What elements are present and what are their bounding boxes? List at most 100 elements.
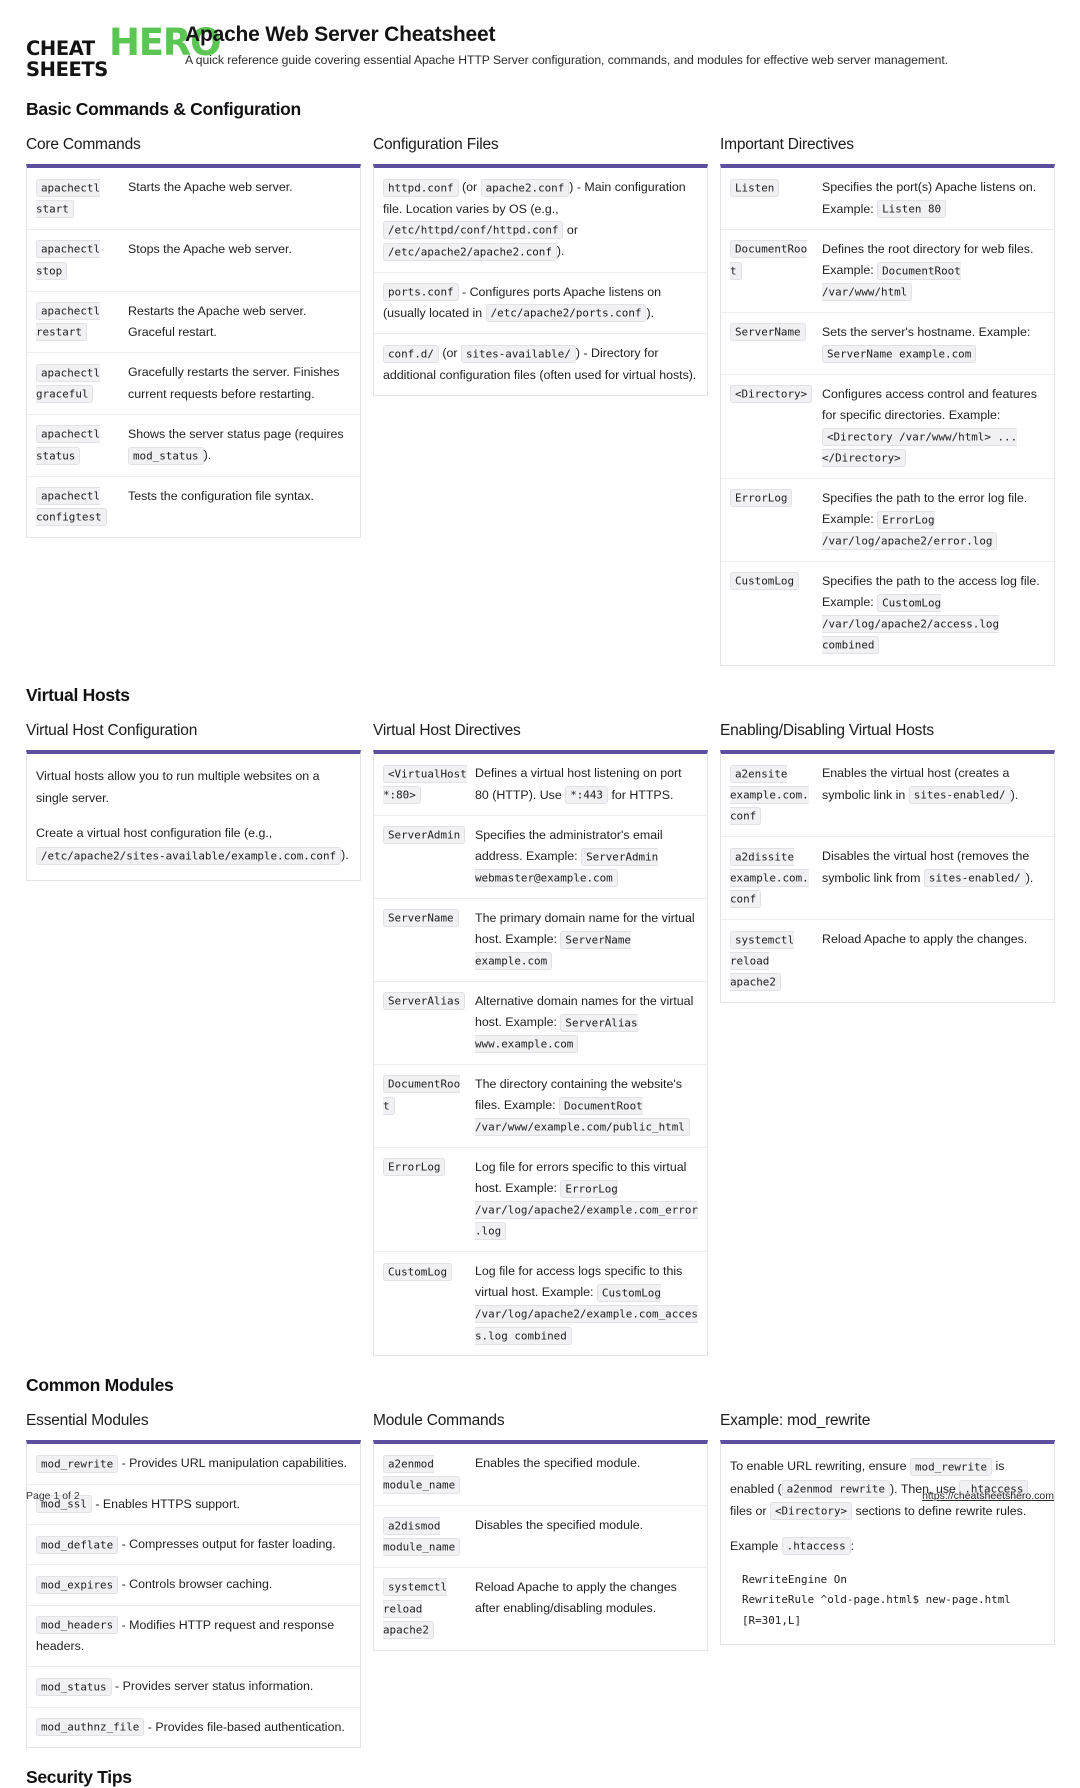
row-term: DocumentRoot [730, 239, 822, 303]
card: a2enmod module_name Enables the specified… [373, 1440, 708, 1651]
site-url-link[interactable]: https://cheatsheetshero.com [922, 1490, 1054, 1502]
inline-code: mod_deflate [36, 1535, 119, 1554]
column: Virtual Host Directives <VirtualHost *:80… [373, 722, 708, 1357]
table-row: ServerAlias Alternative domain names for … [374, 980, 707, 1064]
inline-text: Virtual hosts allow you to run multiple … [36, 769, 320, 806]
inline-code: apachectl start [36, 178, 101, 219]
title-block: Apache Web Server Cheatsheet A quick ref… [185, 22, 948, 67]
inline-text: ). [341, 848, 349, 863]
inline-code: <Directory> [730, 385, 813, 404]
card-title: Virtual Host Configuration [26, 722, 198, 740]
inline-code: /etc/apache2/apache2.conf [383, 242, 557, 261]
inline-code: apachectl status [36, 425, 101, 465]
inline-code: mod_headers [36, 1616, 119, 1635]
inline-code: <VirtualHost *:80> [383, 764, 467, 805]
row-description-tail: ). [1025, 870, 1034, 885]
inline-text: (or [438, 346, 461, 361]
row-term: a2dismod module_name [383, 1515, 475, 1558]
inline-code: mod_rewrite [36, 1454, 119, 1473]
inline-code: Listen 80 [877, 200, 947, 219]
logo-line-2: SHEETS [26, 57, 108, 81]
inline-text: - Provides file-based authentication. [144, 1719, 345, 1734]
section-title: Virtual Hosts [26, 685, 130, 706]
inline-code: ServerName [383, 909, 459, 928]
inline-code: /etc/apache2/ports.conf [485, 304, 647, 323]
card-title: Virtual Host Directives [373, 722, 521, 740]
row-description: Starts the Apache web server. [128, 180, 293, 195]
row-description: Sets the server's hostname. Example: [822, 324, 1031, 339]
column: Example: mod_rewrite To enable URL rewrit… [720, 1412, 1055, 1646]
column: Module Commands a2enmod module_name Enable… [373, 1412, 708, 1651]
inline-code: sites-available/ [460, 344, 576, 363]
inline-code: sites-enabled/ [908, 786, 1011, 805]
inline-code: a2enmod module_name [383, 1454, 461, 1495]
card: apachectl start Starts the Apache web ser… [26, 164, 361, 539]
page-subtitle: A quick reference guide covering essenti… [185, 53, 949, 67]
card: To enable URL rewriting, ensure mod_rewr… [720, 1440, 1055, 1646]
row-term: CustomLog [383, 1261, 475, 1346]
column: Essential Modules mod_rewrite - Provides … [26, 1412, 361, 1749]
card: Virtual hosts allow you to run multiple … [26, 750, 361, 881]
table-row: apachectl status Shows the server status … [27, 413, 360, 476]
row-term: apachectl start [36, 177, 128, 220]
section-columns: Essential Modules mod_rewrite - Provides … [26, 1412, 1055, 1749]
inline-code: systemctl reload apache2 [383, 1578, 448, 1639]
prose-paragraph: Create a virtual host configuration file… [36, 822, 351, 866]
page-title: Apache Web Server Cheatsheet [185, 23, 496, 46]
table-row: conf.d/ (or sites-available/) - Director… [374, 333, 707, 395]
inline-code: CustomLog [730, 572, 800, 591]
inline-code: sites-enabled/ [923, 869, 1026, 888]
row-description: Restarts the Apache web server. Graceful… [128, 303, 307, 339]
table-row: CustomLog Log file for access logs specif… [374, 1251, 707, 1355]
column: Configuration Files httpd.conf (or apache… [373, 136, 708, 396]
row-term: a2dissite example.com.conf [730, 846, 822, 910]
inline-code: ServerAlias [383, 992, 466, 1011]
section-title: Security Tips [26, 1767, 132, 1788]
card: httpd.conf (or apache2.conf) - Main conf… [373, 164, 708, 396]
prose-paragraph: To enable URL rewriting, ensure mod_rewr… [730, 1455, 1045, 1521]
row-description: Configures access control and features f… [822, 386, 1037, 422]
inline-code: a2ensite example.com.conf [730, 764, 809, 826]
table-row: ServerName Sets the server's hostname. Ex… [721, 311, 1054, 374]
inline-code: mod_status [36, 1677, 112, 1696]
page-footer: Page 1 of 2 https://cheatsheetshero.com [26, 1490, 1054, 1502]
table-row: systemctl reload apache2 Reload Apache to… [721, 919, 1054, 1002]
inline-code: <Directory> [769, 1502, 853, 1521]
table-row: <VirtualHost *:80> Defines a virtual host… [374, 754, 707, 815]
prose-paragraph: Virtual hosts allow you to run multiple … [36, 765, 351, 809]
table-row: apachectl restart Restarts the Apache web… [27, 290, 360, 353]
table-row: a2ensite example.com.conf Enables the vir… [721, 754, 1054, 836]
table-row: ErrorLog Log file for errors specific to … [374, 1146, 707, 1251]
inline-code: apachectl restart [36, 302, 101, 342]
page-number: Page 1 of 2 [26, 1490, 80, 1502]
row-description-tail: ). [203, 448, 212, 463]
inline-code: DocumentRoot [383, 1075, 461, 1115]
card-title: Important Directives [720, 136, 854, 154]
card-title: Configuration Files [373, 136, 499, 154]
inline-code: Listen [730, 178, 780, 197]
row-description-tail: for HTTPS. [608, 787, 674, 802]
row-term: apachectl stop [36, 239, 128, 282]
inline-text: To enable URL rewriting, ensure [730, 1459, 910, 1474]
card: <VirtualHost *:80> Defines a virtual host… [373, 750, 708, 1357]
inline-text: ). [646, 305, 655, 320]
card: Listen Specifies the port(s) Apache liste… [720, 164, 1055, 667]
inline-code: conf.d/ [383, 344, 439, 363]
cheatsheet-page: CHEAT SHEETS HERO Apache Web Server Chea… [0, 0, 1080, 1787]
inline-text: or [563, 222, 578, 237]
inline-code: ErrorLog [383, 1158, 446, 1177]
row-description: Reload Apache to apply the changes. [822, 932, 1028, 947]
table-row: apachectl stop Stops the Apache web serve… [27, 228, 360, 291]
card-title: Example: mod_rewrite [720, 1412, 871, 1430]
card-prose: Virtual hosts allow you to run multiple … [27, 754, 360, 879]
card-title: Module Commands [373, 1412, 505, 1430]
cheatsheetshero-logo: CHEAT SHEETS HERO [26, 22, 222, 81]
row-term: CustomLog [730, 571, 822, 656]
inline-text: (or [458, 180, 481, 195]
table-row: mod_headers - Modifies HTTP request and … [27, 1604, 360, 1667]
inline-code: ports.conf [383, 283, 459, 302]
inline-code: /etc/apache2/sites-available/example.com… [36, 846, 342, 865]
table-row: DocumentRoot The directory containing the… [374, 1063, 707, 1147]
card-prose: To enable URL rewriting, ensure mod_rewr… [721, 1444, 1054, 1644]
table-row: apachectl start Starts the Apache web ser… [27, 168, 360, 229]
